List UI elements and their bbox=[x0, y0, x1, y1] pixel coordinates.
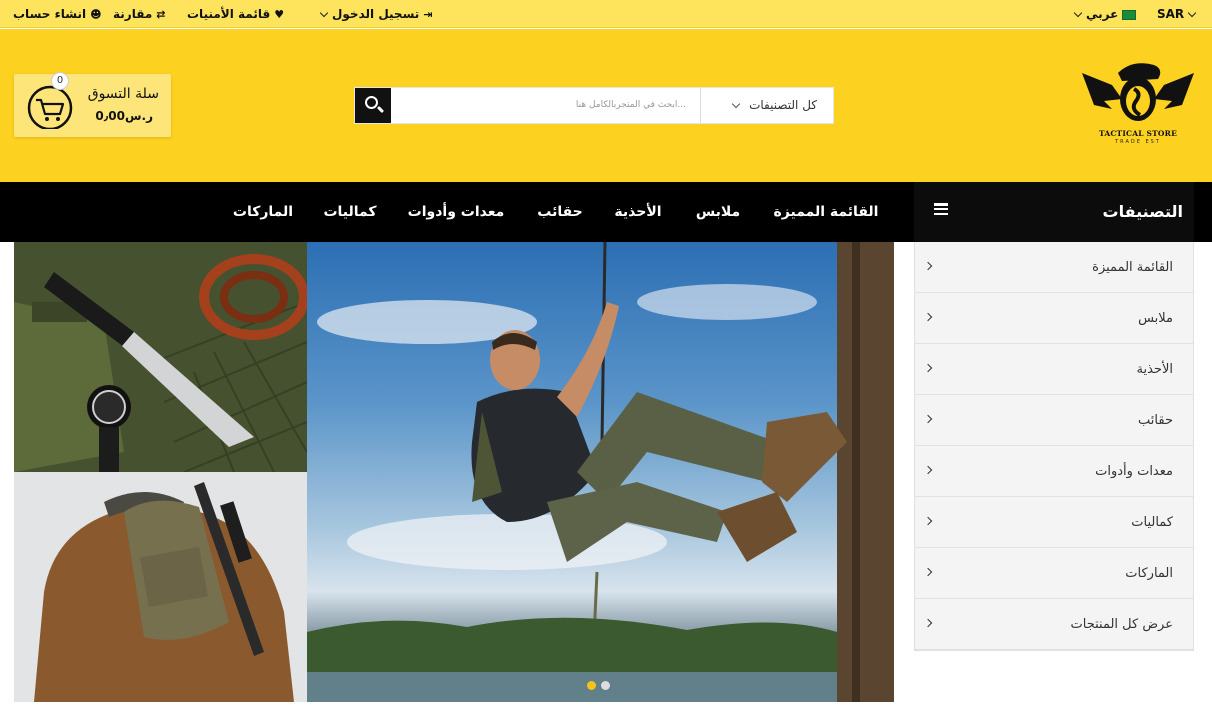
chevron-down-icon bbox=[731, 99, 741, 109]
cart-title: سلة التسوق bbox=[87, 86, 159, 102]
sidebar-item-accessories[interactable]: كماليات bbox=[915, 497, 1193, 548]
climber-illustration bbox=[307, 242, 894, 702]
sidebar-item-label: حقائب bbox=[1138, 413, 1173, 428]
search-bar: ابحث في المتجربالكامل هنا... كل التصنيفا… bbox=[354, 87, 834, 124]
register-link[interactable]: انشاء حساب ☻ bbox=[13, 0, 102, 28]
slider-dot[interactable] bbox=[601, 681, 610, 690]
chevron-left-icon bbox=[923, 312, 933, 322]
search-button[interactable] bbox=[355, 88, 391, 123]
sidebar-item-brands[interactable]: الماركات bbox=[915, 548, 1193, 599]
backpack-illustration bbox=[14, 472, 307, 702]
backpack-banner-image[interactable] bbox=[14, 472, 307, 702]
eagle-emblem-icon bbox=[1082, 63, 1194, 121]
sign-in-icon: ⇥ bbox=[423, 8, 433, 21]
logo-title: TACTICAL STORE bbox=[1098, 129, 1177, 138]
category-sidebar: القائمة المميزة ملابس الأحذية حقائب معدا… bbox=[914, 242, 1194, 651]
login-menu[interactable]: تسجيل الدخول ⇥ bbox=[316, 0, 433, 28]
store-logo[interactable]: TACTICAL STORE TRADE EST bbox=[1082, 59, 1194, 151]
sidebar-item-label: ملابس bbox=[1138, 311, 1173, 326]
chevron-down-icon bbox=[1073, 8, 1083, 18]
sidebar-item-label: كماليات bbox=[1131, 515, 1173, 530]
chevron-left-icon bbox=[923, 465, 933, 475]
chevron-left-icon bbox=[923, 567, 933, 577]
nav-link-gear[interactable]: معدات وأدوات bbox=[408, 182, 505, 242]
sidebar-item-label: الأحذية bbox=[1136, 362, 1173, 377]
sidebar-item-featured[interactable]: القائمة المميزة bbox=[915, 242, 1193, 293]
site-header: TACTICAL STORE TRADE EST ابحث في المتجرب… bbox=[0, 29, 1212, 182]
chevron-down-icon bbox=[1187, 8, 1197, 18]
slider-dot-active[interactable] bbox=[587, 681, 596, 690]
nav-link-bags[interactable]: حقائب bbox=[537, 182, 583, 242]
main-nav: التصنيفات القائمة المميزة ملابس الأحذية … bbox=[0, 182, 1212, 242]
compare-link[interactable]: مقارنة ⇄ bbox=[113, 0, 165, 28]
cart-icon bbox=[24, 84, 77, 131]
sidebar-item-clothes[interactable]: ملابس bbox=[915, 293, 1193, 344]
chevron-left-icon bbox=[923, 363, 933, 373]
user-icon: ☻ bbox=[90, 8, 102, 21]
register-label: انشاء حساب bbox=[13, 7, 87, 21]
nav-link-brands[interactable]: الماركات bbox=[233, 182, 293, 242]
knife-watch-banner-image[interactable] bbox=[14, 242, 307, 472]
sidebar-item-shoes[interactable]: الأحذية bbox=[915, 344, 1193, 395]
chevron-left-icon bbox=[923, 516, 933, 526]
sidebar-item-label: عرض كل المنتجات bbox=[1070, 617, 1173, 632]
currency-selector[interactable]: SAR bbox=[1157, 0, 1200, 28]
nav-link-clothes[interactable]: ملابس bbox=[696, 182, 740, 242]
language-selector[interactable]: عربي bbox=[1070, 0, 1137, 28]
sidebar-item-bags[interactable]: حقائب bbox=[915, 395, 1193, 446]
nav-link-shoes[interactable]: الأحذية bbox=[614, 182, 661, 242]
nav-link-featured[interactable]: القائمة المميزة bbox=[774, 182, 879, 242]
hero-banner-image[interactable] bbox=[307, 242, 894, 702]
sidebar-item-label: القائمة المميزة bbox=[1092, 260, 1173, 275]
knife-watch-illustration bbox=[14, 242, 307, 472]
chevron-left-icon bbox=[923, 261, 933, 271]
cart-total: 0٫00ر.س bbox=[95, 109, 153, 123]
search-icon-handle bbox=[376, 105, 385, 114]
categories-label: التصنيفات bbox=[1102, 202, 1183, 221]
language-label: عربي bbox=[1086, 7, 1119, 21]
sidebar-item-label: الماركات bbox=[1125, 566, 1173, 581]
sidebar-item-gear[interactable]: معدات وأدوات bbox=[915, 446, 1193, 497]
login-label: تسجيل الدخول bbox=[332, 7, 420, 21]
logo-subtitle: TRADE EST bbox=[1115, 139, 1161, 145]
search-input[interactable]: ابحث في المتجربالكامل هنا... bbox=[401, 88, 701, 123]
cart-count-badge: 0 bbox=[51, 72, 69, 90]
category-select[interactable]: كل التصنيفات bbox=[715, 88, 833, 123]
sidebar-item-label: معدات وأدوات bbox=[1095, 464, 1173, 479]
category-select-label: كل التصنيفات bbox=[749, 98, 817, 112]
saudi-flag-icon bbox=[1122, 9, 1137, 20]
heart-icon: ♥ bbox=[274, 8, 285, 21]
hamburger-icon bbox=[934, 203, 948, 216]
wishlist-link[interactable]: قائمة الأمنيات ♥ bbox=[187, 0, 284, 28]
nav-link-accessories[interactable]: كماليات bbox=[323, 182, 376, 242]
chevron-left-icon bbox=[923, 414, 933, 424]
categories-toggle[interactable]: التصنيفات bbox=[914, 182, 1194, 242]
currency-label: SAR bbox=[1157, 7, 1185, 21]
chevron-left-icon bbox=[923, 618, 933, 628]
compare-label: مقارنة bbox=[113, 7, 153, 21]
chevron-down-icon bbox=[319, 8, 329, 18]
cart-widget[interactable]: 0 سلة التسوق 0٫00ر.س bbox=[14, 72, 171, 137]
top-bar: SAR عربي تسجيل الدخول ⇥ قائمة الأمنيات ♥ م… bbox=[0, 0, 1212, 28]
wishlist-label: قائمة الأمنيات bbox=[187, 7, 271, 21]
exchange-icon: ⇄ bbox=[156, 8, 166, 21]
sidebar-item-all-products[interactable]: عرض كل المنتجات bbox=[915, 599, 1193, 650]
